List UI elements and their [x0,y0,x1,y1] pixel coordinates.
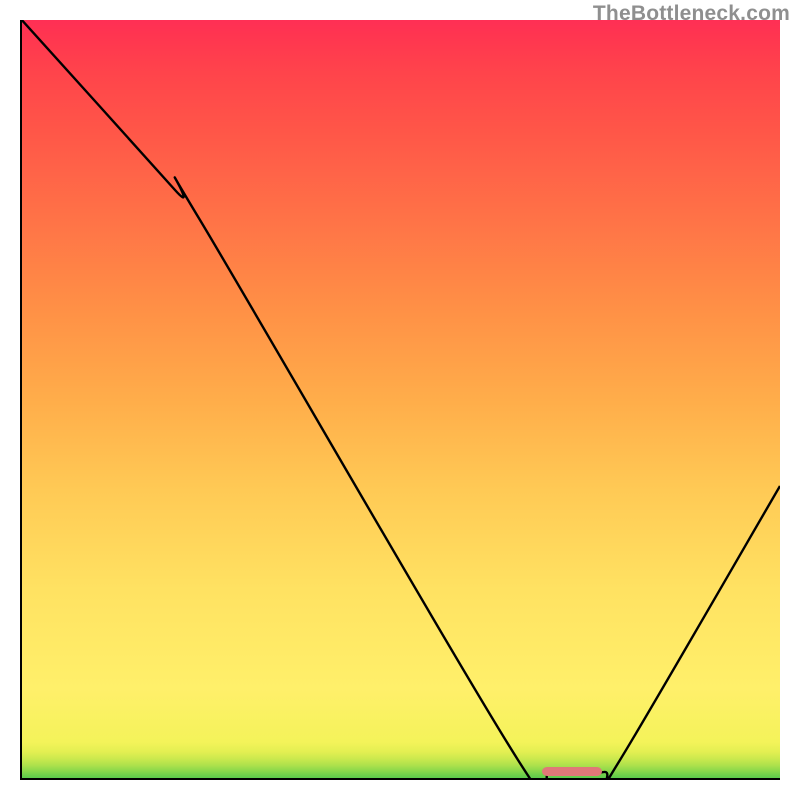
x-axis [20,778,780,780]
gradient-background [20,20,780,780]
plot-area [20,20,780,780]
plot-svg [20,20,780,780]
chart-container: TheBottleneck.com [0,0,800,800]
y-axis [20,20,22,780]
minimum-marker [542,767,602,776]
